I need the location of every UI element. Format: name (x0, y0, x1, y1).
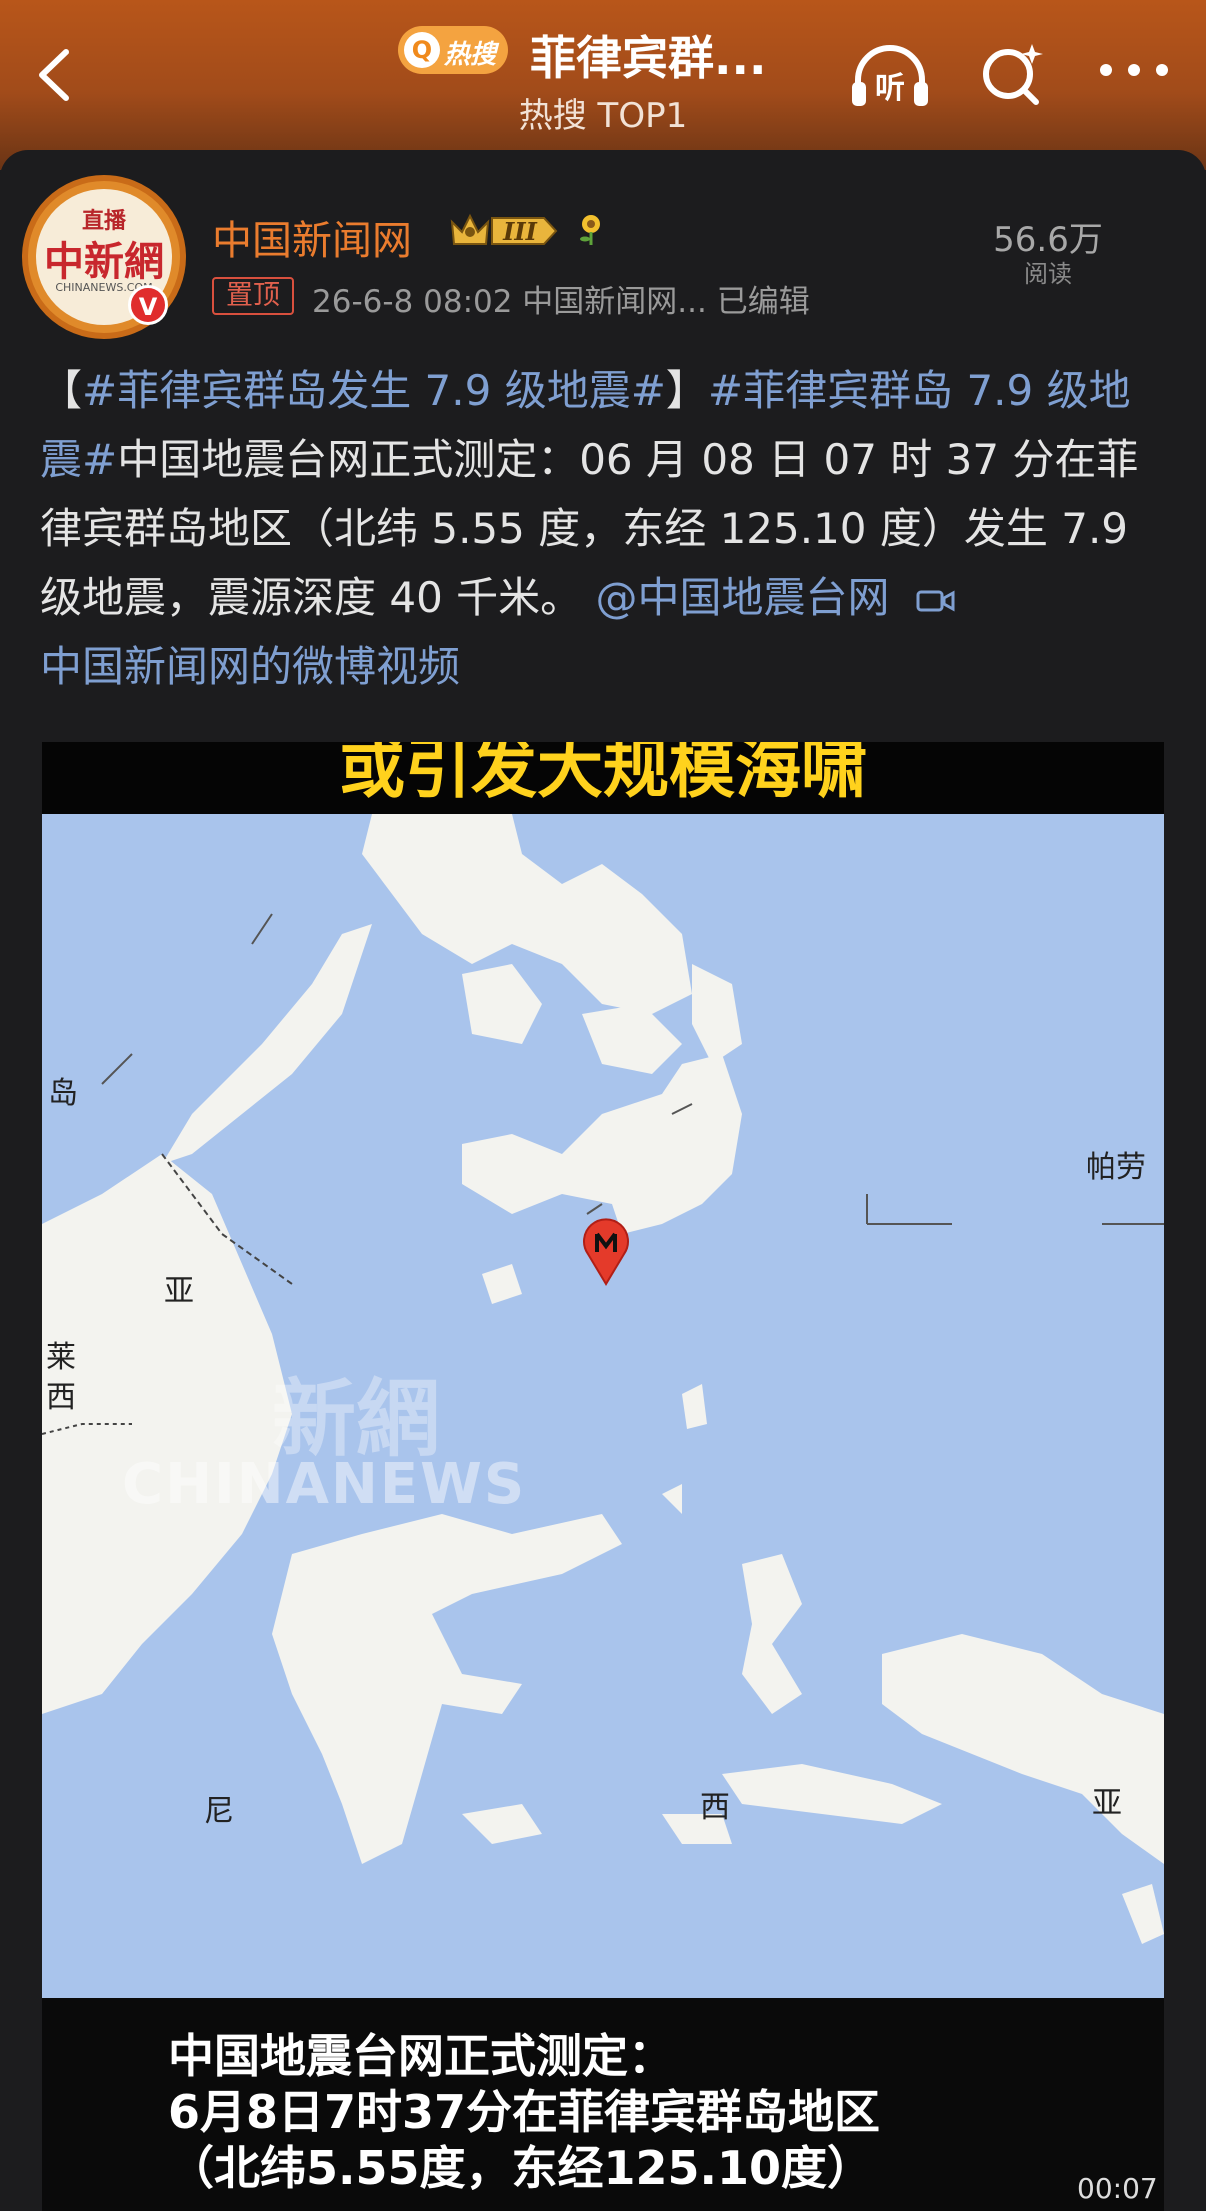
bracket-close: 】 (665, 366, 708, 415)
headphone-icon: 听 (852, 45, 928, 106)
verified-badge: V (128, 285, 168, 325)
hot-search-label: 热搜 (444, 40, 497, 70)
video-player[interactable]: 或引发大规模海啸 新網 CHINANEWS 岛 亚 莱 西 帕劳 尼 西 亚 中… (42, 742, 1164, 2211)
avatar-logo: 中新網 (44, 238, 164, 285)
mention-link[interactable]: @中国地震台网 (596, 573, 890, 622)
hot-search-badge: Q 热搜 (398, 26, 508, 74)
map-label: 莱 (46, 1340, 76, 1375)
map-label: 尼 (204, 1794, 234, 1829)
map-label: 岛 (48, 1076, 78, 1111)
post-body: 中国地震台网正式测定：06 月 08 日 07 时 37 分在菲律宾群岛地区（北… (40, 435, 1139, 622)
map-label: 亚 (164, 1274, 194, 1309)
page-title: 菲律宾群... (530, 31, 767, 85)
map-label: 帕劳 (1086, 1150, 1146, 1185)
video-banner-bar: 或引发大规模海啸 (42, 742, 1164, 814)
video-banner-text: 或引发大规模海啸 (339, 742, 867, 807)
map-label: 西 (46, 1380, 76, 1415)
video-camera-icon (916, 589, 955, 612)
search-icon[interactable] (976, 36, 1046, 112)
hot-search-icon: Q (404, 32, 440, 68)
post-text: 【#菲律宾群岛发生 7.9 级地震#】#菲律宾群岛 7.9 级地震#中国地震台网… (40, 356, 1140, 701)
hashtag-link[interactable]: #菲律宾群岛发生 7.9 级地震# (82, 366, 666, 415)
epicenter-marker-icon (583, 1218, 629, 1286)
video-caption-line: （北纬5.55度，东经125.10度） (168, 2141, 874, 2195)
author-name[interactable]: 中国新闻网 (212, 208, 412, 266)
bracket-open: 【 (40, 366, 83, 415)
pinned-tag: 置顶 (212, 277, 294, 315)
svg-text:III: III (502, 217, 537, 246)
map-label: 西 (700, 1790, 730, 1825)
more-icon[interactable] (1094, 50, 1174, 90)
post-meta: 26-6-8 08:02 中国新闻网... 已编辑 (312, 284, 810, 320)
crown-level-badge: III (450, 213, 558, 246)
sunflower-icon (580, 215, 600, 245)
svg-text:听: 听 (875, 71, 905, 106)
map-label: 亚 (1092, 1786, 1122, 1821)
listen-button[interactable]: 听 (848, 38, 932, 114)
video-timecode: 00:07 (1077, 2172, 1158, 2205)
read-label: 阅读 (1024, 260, 1072, 288)
top-bar: Q 热搜 菲律宾群... 热搜 TOP1 听 (0, 0, 1206, 170)
video-link[interactable]: 中国新闻网的微博视频 (40, 642, 460, 691)
watermark-text: CHINANEWS (122, 1452, 527, 1517)
